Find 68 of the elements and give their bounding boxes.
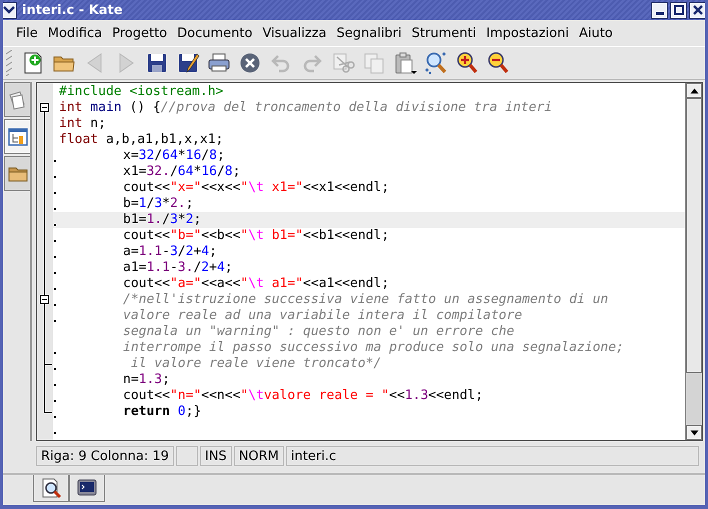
code-line: return 0;} xyxy=(123,404,202,420)
code-line: cout<<"n="<<n<<"\tvalore reale = "<<1.3<<endl; xyxy=(123,388,484,404)
code-line: cout<<"a="<<a<<"\t a1="<<a1<<endl; xyxy=(123,276,390,292)
toolbar-grip[interactable] xyxy=(6,50,12,76)
code-line: cout<<"x="<<x<<"\t x1="<<x1<<endl; xyxy=(123,180,390,196)
minimize-icon xyxy=(656,12,664,14)
vertical-scrollbar[interactable] xyxy=(685,83,702,440)
code-line: x=32/64*16/8; xyxy=(123,148,225,164)
menu-item[interactable]: Modifica xyxy=(42,26,108,40)
search-icon xyxy=(424,51,448,75)
menu-item[interactable]: Impostazioni xyxy=(481,26,574,40)
menu-item[interactable]: Aiuto xyxy=(574,26,618,40)
floppy-pencil-icon xyxy=(176,51,200,75)
menu-item[interactable]: Segnalibri xyxy=(332,26,407,40)
collapse-icon[interactable] xyxy=(40,295,49,304)
copy-icon xyxy=(362,51,386,75)
status-field: NORM xyxy=(234,446,284,466)
status-field: interi.c xyxy=(286,446,699,466)
scissors-icon xyxy=(331,51,355,75)
up-arrow-icon xyxy=(690,88,698,94)
window-menu-button[interactable] xyxy=(3,2,17,18)
chevron-icon xyxy=(3,6,14,14)
code-line: interrompe il passo successivo ma produce solo una segnalazione; xyxy=(123,340,624,356)
collapse-icon[interactable] xyxy=(40,103,49,112)
search-document-icon xyxy=(40,477,62,499)
code-line: valore reale ad una variabile intera il compilatore xyxy=(123,308,522,324)
code-line: int n; xyxy=(59,116,106,132)
code-line: segnala un "warning" : questo non e' un errore che xyxy=(123,324,514,340)
code-line: int main () {//prova del troncamento della divisione tra interi xyxy=(59,100,552,116)
sidebar-tab[interactable] xyxy=(4,82,30,117)
menu-item[interactable]: Visualizza xyxy=(257,26,332,40)
code-line: float a,b,a1,b1,x,x1; xyxy=(59,132,224,148)
menu-item[interactable]: Strumenti xyxy=(406,26,482,40)
tool-view-tab[interactable] xyxy=(33,475,69,502)
code-line: #include <iostream.h> xyxy=(59,84,224,100)
maximize-button[interactable] xyxy=(670,2,687,18)
window-title: interi.c - Kate xyxy=(22,2,123,18)
code-editor[interactable] xyxy=(37,83,685,440)
sidebar-tab[interactable] xyxy=(4,119,30,154)
code-line: /*nell'istruzione successiva viene fatto un assegnamento di un xyxy=(123,292,608,308)
tool-view-tab[interactable] xyxy=(69,475,105,502)
code-line: il valore reale viene troncato*/ xyxy=(130,356,382,372)
tree-icon xyxy=(8,126,28,146)
code-line: cout<<"b="<<b<<"\t b1="<<b1<<endl; xyxy=(123,228,390,244)
code-line: b1=1./3*2; xyxy=(123,212,202,228)
documents-icon xyxy=(8,90,28,110)
code-line: n=1.3; xyxy=(123,372,170,388)
clipboard-icon xyxy=(393,51,417,75)
status-field: Riga: 9 Colonna: 19 xyxy=(36,446,174,466)
code-line: x1=32./64*16/8; xyxy=(123,164,240,180)
close-icon xyxy=(692,5,702,15)
zoom-out-icon xyxy=(486,51,510,75)
maximize-icon xyxy=(674,5,684,15)
close-icon xyxy=(238,51,262,75)
status-panel xyxy=(176,446,198,466)
scrollbar-thumb[interactable] xyxy=(686,98,702,373)
zoom-in-icon xyxy=(455,51,479,75)
menu-item[interactable]: Documento xyxy=(172,26,258,40)
menu-item[interactable]: Progetto xyxy=(107,26,172,40)
close-button[interactable] xyxy=(689,2,705,18)
code-line: a=1.1-3/2+4; xyxy=(123,244,217,260)
sidebar-tab[interactable] xyxy=(4,156,30,191)
menu-item[interactable]: File xyxy=(11,26,43,40)
code-line: b=1/3*2.; xyxy=(123,196,194,212)
minimize-button[interactable] xyxy=(651,2,668,18)
code-line: a1=1.1-3./2+4; xyxy=(123,260,233,276)
down-arrow-icon xyxy=(690,430,698,436)
status-field: INS xyxy=(200,446,232,466)
